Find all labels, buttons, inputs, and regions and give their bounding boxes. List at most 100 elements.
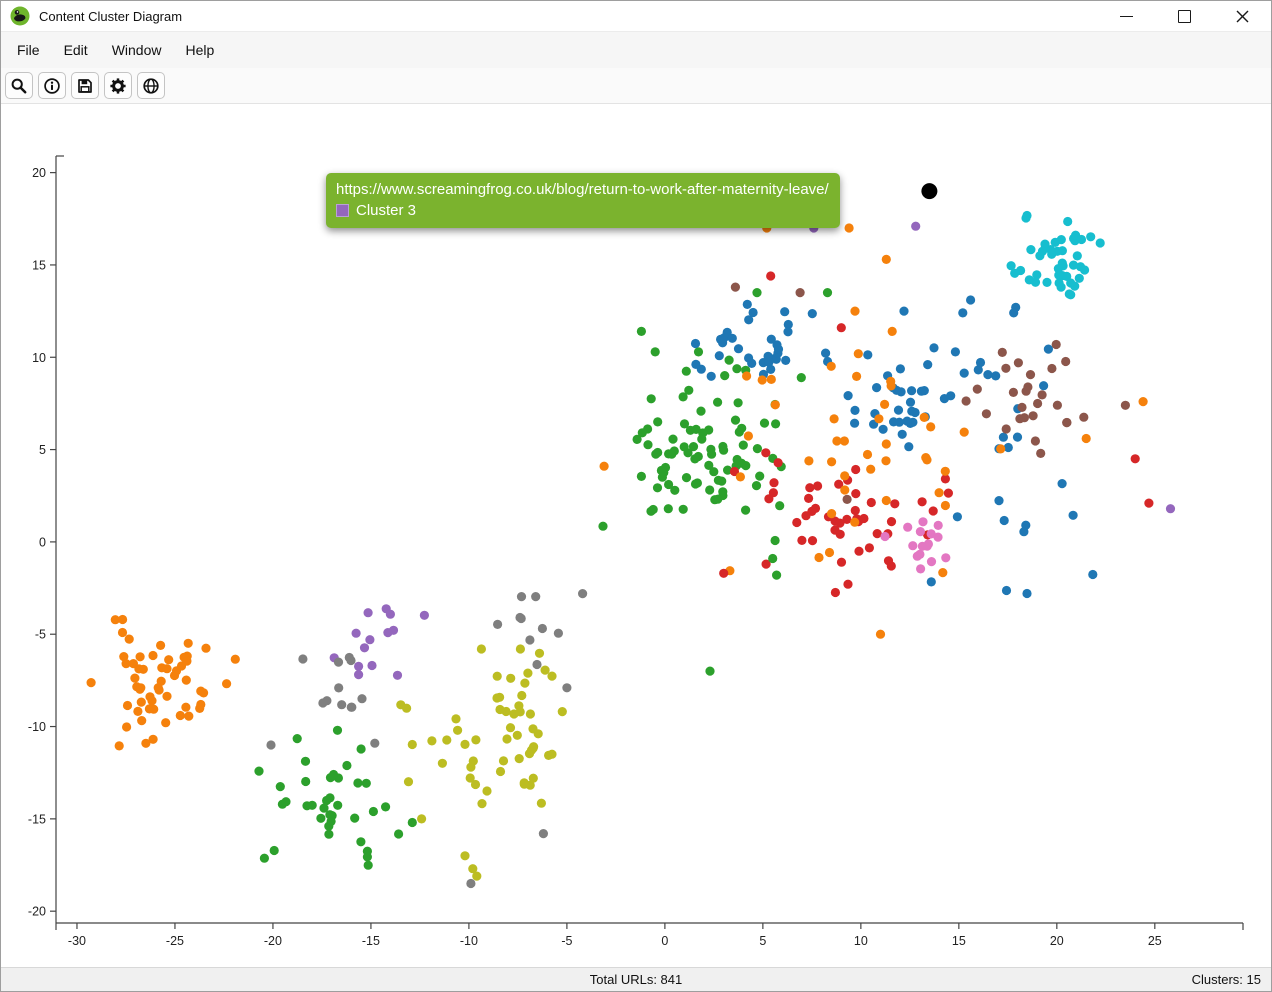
data-point[interactable] bbox=[882, 496, 891, 505]
data-point[interactable] bbox=[404, 777, 413, 786]
data-point[interactable] bbox=[345, 653, 354, 662]
data-point[interactable] bbox=[515, 754, 524, 763]
data-point[interactable] bbox=[998, 348, 1007, 357]
menu-file[interactable]: File bbox=[5, 34, 52, 66]
data-point[interactable] bbox=[362, 779, 371, 788]
data-point[interactable] bbox=[460, 740, 469, 749]
data-point[interactable] bbox=[698, 428, 707, 437]
data-point[interactable] bbox=[1002, 424, 1011, 433]
data-point[interactable] bbox=[767, 375, 776, 384]
data-point[interactable] bbox=[916, 564, 925, 573]
data-point[interactable] bbox=[383, 628, 392, 637]
data-point[interactable] bbox=[534, 729, 543, 738]
data-point[interactable] bbox=[502, 734, 511, 743]
data-point[interactable] bbox=[941, 553, 950, 562]
data-point[interactable] bbox=[87, 678, 96, 687]
data-point[interactable] bbox=[837, 323, 846, 332]
data-point[interactable] bbox=[1063, 217, 1072, 226]
data-point[interactable] bbox=[808, 536, 817, 545]
data-point[interactable] bbox=[920, 386, 929, 395]
data-point[interactable] bbox=[743, 300, 752, 309]
data-point[interactable] bbox=[1073, 251, 1082, 260]
data-point[interactable] bbox=[741, 506, 750, 515]
data-point[interactable] bbox=[123, 701, 132, 710]
data-point[interactable] bbox=[1144, 499, 1153, 508]
data-point[interactable] bbox=[734, 344, 743, 353]
data-point[interactable] bbox=[659, 468, 668, 477]
data-point[interactable] bbox=[714, 476, 723, 485]
data-point[interactable] bbox=[316, 814, 325, 823]
data-point[interactable] bbox=[904, 442, 913, 451]
data-point[interactable] bbox=[651, 347, 660, 356]
data-point[interactable] bbox=[381, 802, 390, 811]
data-point[interactable] bbox=[755, 472, 764, 481]
data-point[interactable] bbox=[147, 696, 156, 705]
data-point[interactable] bbox=[1061, 357, 1070, 366]
data-point[interactable] bbox=[744, 353, 753, 362]
data-point[interactable] bbox=[907, 386, 916, 395]
data-point[interactable] bbox=[513, 731, 522, 740]
data-point[interactable] bbox=[495, 705, 504, 714]
data-point[interactable] bbox=[231, 655, 240, 664]
data-point[interactable] bbox=[137, 698, 146, 707]
data-point[interactable] bbox=[1069, 511, 1078, 520]
data-point[interactable] bbox=[1022, 387, 1031, 396]
data-point[interactable] bbox=[562, 683, 571, 692]
data-point[interactable] bbox=[442, 735, 451, 744]
data-point[interactable] bbox=[691, 360, 700, 369]
data-point[interactable] bbox=[493, 672, 502, 681]
data-point[interactable] bbox=[386, 610, 395, 619]
data-point[interactable] bbox=[911, 408, 920, 417]
data-point[interactable] bbox=[1029, 411, 1038, 420]
data-point[interactable] bbox=[780, 307, 789, 316]
data-point[interactable] bbox=[690, 454, 699, 463]
data-point[interactable] bbox=[354, 662, 363, 671]
data-point[interactable] bbox=[1038, 390, 1047, 399]
data-point[interactable] bbox=[1069, 261, 1078, 270]
data-point[interactable] bbox=[852, 372, 861, 381]
data-point[interactable] bbox=[460, 851, 469, 860]
data-point[interactable] bbox=[1009, 388, 1018, 397]
data-point[interactable] bbox=[420, 611, 429, 620]
data-point[interactable] bbox=[664, 480, 673, 489]
data-point[interactable] bbox=[973, 385, 982, 394]
data-point[interactable] bbox=[924, 539, 933, 548]
data-point[interactable] bbox=[539, 829, 548, 838]
data-point[interactable] bbox=[771, 419, 780, 428]
data-point[interactable] bbox=[324, 830, 333, 839]
data-point[interactable] bbox=[637, 327, 646, 336]
data-point[interactable] bbox=[466, 879, 475, 888]
data-point[interactable] bbox=[872, 383, 881, 392]
data-point[interactable] bbox=[728, 334, 737, 343]
data-point[interactable] bbox=[944, 489, 953, 498]
data-point[interactable] bbox=[408, 740, 417, 749]
data-point[interactable] bbox=[718, 442, 727, 451]
data-point[interactable] bbox=[350, 814, 359, 823]
data-point[interactable] bbox=[887, 517, 896, 526]
data-point[interactable] bbox=[1002, 586, 1011, 595]
data-point[interactable] bbox=[705, 485, 714, 494]
menu-help[interactable]: Help bbox=[173, 34, 226, 66]
data-point[interactable] bbox=[394, 829, 403, 838]
data-point[interactable] bbox=[353, 778, 362, 787]
data-point[interactable] bbox=[837, 558, 846, 567]
data-point[interactable] bbox=[906, 398, 915, 407]
data-point[interactable] bbox=[821, 349, 830, 358]
data-point[interactable] bbox=[517, 592, 526, 601]
data-point[interactable] bbox=[325, 793, 334, 802]
data-point[interactable] bbox=[999, 433, 1008, 442]
data-point[interactable] bbox=[1026, 370, 1035, 379]
data-point[interactable] bbox=[637, 472, 646, 481]
data-point[interactable] bbox=[933, 533, 942, 542]
data-point[interactable] bbox=[827, 509, 836, 518]
data-point[interactable] bbox=[520, 679, 529, 688]
data-point[interactable] bbox=[882, 255, 891, 264]
data-point[interactable] bbox=[982, 409, 991, 418]
data-point[interactable] bbox=[266, 740, 275, 749]
data-point[interactable] bbox=[333, 801, 342, 810]
data-point[interactable] bbox=[775, 501, 784, 510]
data-point[interactable] bbox=[1062, 418, 1071, 427]
data-point[interactable] bbox=[172, 666, 181, 675]
data-point[interactable] bbox=[752, 481, 761, 490]
data-point[interactable] bbox=[363, 847, 372, 856]
